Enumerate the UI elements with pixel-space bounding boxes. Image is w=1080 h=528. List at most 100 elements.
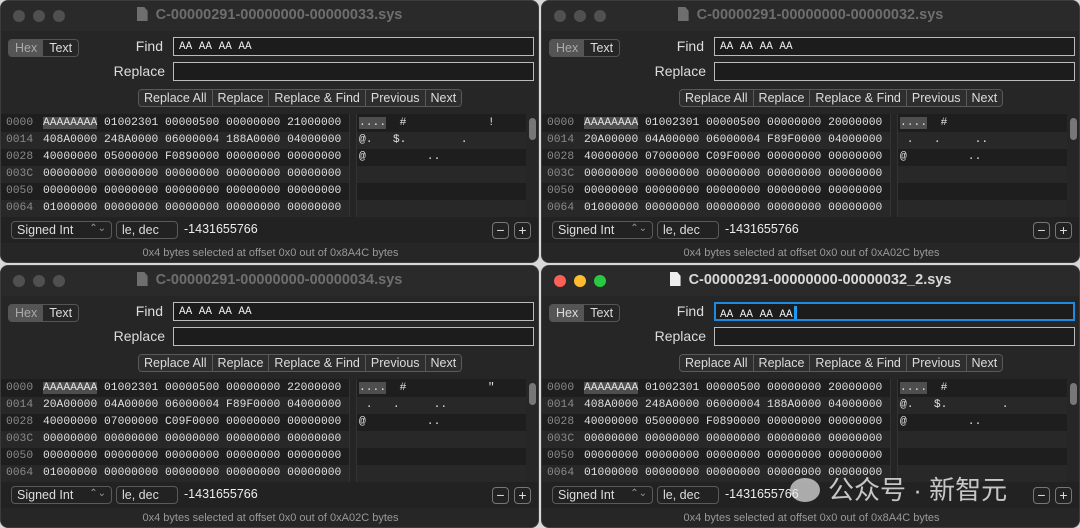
hex-group[interactable]: 00000000 (43, 185, 97, 197)
hex-group[interactable]: 00000000 (706, 168, 760, 180)
hex-group[interactable]: 188A0000 (767, 399, 821, 411)
hex-group[interactable]: 00000000 (287, 450, 341, 462)
replace-input[interactable] (714, 327, 1075, 346)
tab-hex[interactable]: Hex (9, 40, 44, 56)
hex-group[interactable]: 00000000 (226, 168, 280, 180)
hex-bytes[interactable]: 00000000 00000000 00000000 00000000 0000… (43, 448, 341, 465)
scrollbar-thumb[interactable] (529, 383, 536, 405)
hex-group[interactable]: F89F0000 (226, 399, 280, 411)
hex-bytes[interactable]: 40000000 07000000 C09F0000 00000000 0000… (584, 149, 882, 166)
hex-bytes[interactable]: 00000000 00000000 00000000 00000000 0000… (584, 431, 882, 448)
hex-group[interactable]: 06000004 (165, 399, 219, 411)
previous-button[interactable]: Previous (365, 90, 426, 106)
title-bar[interactable]: C-00000291-00000000-00000032_2.sys (542, 266, 1079, 296)
hex-group[interactable]: 00000000 (104, 168, 158, 180)
endian-field[interactable]: le, dec (657, 486, 719, 504)
hex-row[interactable]: 0028 40000000 07000000 C09F0000 00000000 … (542, 149, 1067, 166)
hex-group[interactable]: C09F0000 (165, 416, 219, 428)
hex-group[interactable]: 00000000 (645, 450, 699, 462)
hex-row[interactable]: 0050 00000000 00000000 00000000 00000000 … (1, 183, 526, 200)
hex-group[interactable]: 20A00000 (43, 399, 97, 411)
hex-group[interactable]: 07000000 (645, 151, 699, 163)
plus-button[interactable]: + (1055, 222, 1072, 239)
hex-bytes[interactable]: 20A00000 04A00000 06000004 F89F0000 0400… (43, 397, 341, 414)
hex-row[interactable]: 0028 40000000 07000000 C09F0000 00000000 … (1, 414, 526, 431)
ascii-text[interactable]: @. $. . (359, 132, 467, 149)
hex-bytes[interactable]: 00000000 00000000 00000000 00000000 0000… (584, 183, 882, 200)
hex-group[interactable]: 00000000 (706, 433, 760, 445)
hex-group[interactable]: 00000000 (828, 433, 882, 445)
hex-group[interactable]: 00000000 (287, 467, 341, 479)
hex-group[interactable]: 05000000 (104, 151, 158, 163)
hex-row[interactable]: 0064 01000000 00000000 00000000 00000000 … (1, 465, 526, 482)
hex-group[interactable]: 04000000 (828, 134, 882, 146)
hex-group[interactable]: 00000000 (226, 433, 280, 445)
hex-group[interactable]: C09F0000 (706, 151, 760, 163)
type-select[interactable]: Signed Int ⌃⌄ (552, 486, 653, 504)
hex-group[interactable]: 00000000 (828, 450, 882, 462)
hex-row[interactable]: 0014 20A00000 04A00000 06000004 F89F0000 … (1, 397, 526, 414)
hex-group[interactable]: 00000000 (226, 117, 280, 129)
next-button[interactable]: Next (966, 355, 1003, 371)
replace-input[interactable] (173, 327, 534, 346)
hex-group[interactable]: 00000000 (828, 151, 882, 163)
hex-row[interactable]: 0000 AAAAAAAA 01002301 00000500 00000000 … (1, 380, 526, 397)
hex-group[interactable]: 04000000 (287, 134, 341, 146)
hex-group[interactable]: 00000000 (287, 185, 341, 197)
hex-group[interactable]: 40000000 (584, 416, 638, 428)
tab-text[interactable]: Text (584, 305, 619, 321)
hex-group[interactable]: 21000000 (287, 117, 341, 129)
plus-button[interactable]: + (514, 487, 531, 504)
hex-group[interactable]: 04000000 (828, 399, 882, 411)
replace-button[interactable]: Replace (212, 90, 270, 106)
hex-bytes[interactable]: 00000000 00000000 00000000 00000000 0000… (43, 431, 341, 448)
tab-hex[interactable]: Hex (9, 305, 44, 321)
hex-row[interactable]: 003C 00000000 00000000 00000000 00000000 … (1, 431, 526, 448)
hex-group[interactable]: 00000000 (104, 467, 158, 479)
hex-row[interactable]: 0050 00000000 00000000 00000000 00000000 … (542, 448, 1067, 465)
find-input[interactable]: AA AA AA AA (714, 37, 1075, 56)
hex-group[interactable]: 00000000 (287, 202, 341, 214)
hex-group[interactable]: 00000000 (584, 450, 638, 462)
hex-bytes[interactable]: AAAAAAAA 01002301 00000500 00000000 2200… (43, 380, 341, 397)
replace-all-button[interactable]: Replace All (139, 90, 213, 106)
endian-field[interactable]: le, dec (116, 486, 178, 504)
hex-group[interactable]: 00000000 (767, 185, 821, 197)
hex-group[interactable]: 00000000 (706, 450, 760, 462)
hex-group[interactable]: 04A00000 (104, 399, 158, 411)
hex-bytes[interactable]: 40000000 05000000 F0890000 00000000 0000… (584, 414, 882, 431)
hex-group[interactable]: 00000000 (104, 202, 158, 214)
minus-button[interactable]: − (492, 487, 509, 504)
hex-group[interactable]: 20000000 (828, 117, 882, 129)
next-button[interactable]: Next (966, 90, 1003, 106)
previous-button[interactable]: Previous (906, 90, 967, 106)
hex-row[interactable]: 003C 00000000 00000000 00000000 00000000 … (1, 166, 526, 183)
hex-group[interactable]: 01002301 (104, 117, 158, 129)
tab-hex[interactable]: Hex (550, 40, 585, 56)
hex-group[interactable]: 00000000 (828, 185, 882, 197)
hex-group[interactable]: 00000000 (287, 151, 341, 163)
ascii-text[interactable]: .... # " (359, 380, 495, 397)
hex-group[interactable]: 00000000 (43, 168, 97, 180)
plus-button[interactable]: + (514, 222, 531, 239)
hex-group[interactable]: 248A0000 (104, 134, 158, 146)
hex-group[interactable]: 00000000 (165, 467, 219, 479)
hex-group[interactable]: 00000500 (165, 117, 219, 129)
hex-group[interactable]: 00000000 (226, 185, 280, 197)
hex-group[interactable]: 00000500 (165, 382, 219, 394)
minus-button[interactable]: − (1033, 487, 1050, 504)
replace-button[interactable]: Replace (212, 355, 270, 371)
hex-group[interactable]: 00000000 (828, 416, 882, 428)
next-button[interactable]: Next (425, 355, 462, 371)
hex-row[interactable]: 0028 40000000 05000000 F0890000 00000000 … (1, 149, 526, 166)
hex-view[interactable]: 0000 AAAAAAAA 01002301 00000500 00000000 … (1, 114, 538, 217)
replace-find-button[interactable]: Replace & Find (810, 355, 907, 371)
hex-row[interactable]: 0064 01000000 00000000 00000000 00000000 … (542, 200, 1067, 217)
hex-group[interactable]: 01002301 (645, 382, 699, 394)
hex-group[interactable]: 22000000 (287, 382, 341, 394)
hex-group[interactable]: 00000000 (767, 416, 821, 428)
find-input[interactable]: AA AA AA AA (173, 302, 534, 321)
hex-bytes[interactable]: 408A0000 248A0000 06000004 188A0000 0400… (584, 397, 882, 414)
hex-group[interactable]: 188A0000 (226, 134, 280, 146)
hex-group[interactable]: 00000500 (706, 117, 760, 129)
